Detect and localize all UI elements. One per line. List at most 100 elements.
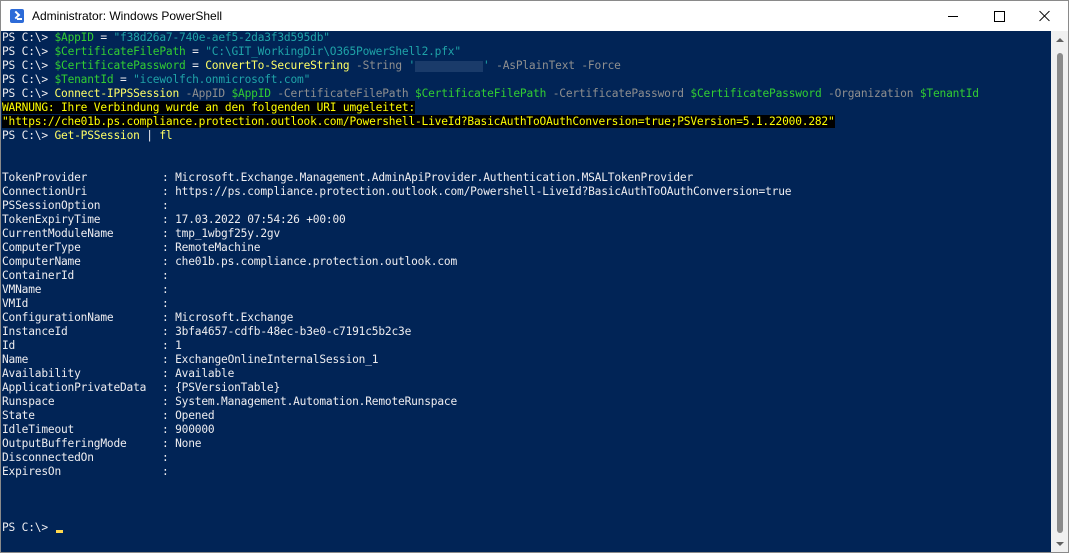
property-separator: : — [162, 423, 176, 436]
variable: $TenantId — [54, 73, 114, 86]
property-name: ConfigurationName — [2, 311, 114, 324]
property-value: tmp_1wbgf25y.2gv — [175, 227, 281, 240]
property-name: OutputBufferingMode — [2, 437, 127, 450]
variable: $AppID — [54, 31, 94, 44]
property-name: TokenExpiryTime — [2, 213, 101, 226]
property-value: Available — [175, 367, 235, 380]
property-separator: : — [162, 241, 176, 254]
property-separator: : — [162, 325, 176, 338]
property-name: VMId — [2, 297, 29, 310]
parameter: -Organization — [821, 87, 920, 100]
warning-uri: "https://che01b.ps.compliance.protection… — [2, 115, 835, 128]
variable: $CertificatePassword — [690, 87, 822, 100]
property-separator: : — [162, 199, 176, 212]
property-value: Opened — [175, 409, 215, 422]
window-controls — [930, 1, 1068, 31]
property-separator: : — [162, 297, 176, 310]
scroll-up-button[interactable] — [1051, 31, 1068, 48]
warning-line: WARNUNG: Ihre Verbindung wurde an den fo… — [2, 101, 1052, 115]
scrollbar-thumb[interactable] — [1057, 53, 1063, 533]
minimize-button[interactable] — [930, 1, 976, 31]
property-name: ExpiresOn — [2, 465, 61, 478]
maximize-button[interactable] — [976, 1, 1022, 31]
property-name: ConnectionUri — [2, 185, 88, 198]
string-value: "f38d26a7-740e-aef5-2da3f3d595db" — [113, 31, 330, 44]
property-row: ExpiresOn: — [2, 465, 1052, 479]
close-button[interactable] — [1022, 1, 1068, 31]
property-value: {PSVersionTable} — [175, 381, 281, 394]
command-line: PS C:\> $AppID = "f38d26a7-740e-aef5-2da… — [2, 31, 1052, 45]
console-output[interactable]: PS C:\> $AppID = "f38d26a7-740e-aef5-2da… — [1, 31, 1052, 552]
property-name: ComputerName — [2, 255, 81, 268]
warning-text: WARNUNG: Ihre Verbindung wurde an den fo… — [2, 101, 415, 114]
minimize-icon — [948, 15, 958, 17]
redacted-password — [415, 60, 484, 72]
property-name: Availability — [2, 367, 81, 380]
property-separator: : — [162, 227, 176, 240]
property-value: 3bfa4657-cdfb-48ec-b3e0-c7191c5b2c3e — [175, 325, 412, 338]
property-separator: : — [162, 409, 176, 422]
text-cursor — [56, 530, 64, 533]
property-value: None — [175, 437, 202, 450]
property-separator: : — [162, 311, 176, 324]
prompt: PS C:\> — [2, 45, 55, 58]
property-list: TokenProvider: Microsoft.Exchange.Manage… — [2, 171, 1052, 479]
pipe-operator: | — [139, 129, 160, 142]
property-row: Name: ExchangeOnlineInternalSession_1 — [2, 353, 1052, 367]
string-value: "icewolfch.onmicrosoft.com" — [133, 73, 311, 86]
maximize-icon — [993, 10, 1005, 22]
property-row: TokenProvider: Microsoft.Exchange.Manage… — [2, 171, 1052, 185]
property-value: Microsoft.Exchange.Management.AdminApiPr… — [175, 171, 694, 184]
property-row: ComputerType: RemoteMachine — [2, 241, 1052, 255]
property-row: Runspace: System.Management.Automation.R… — [2, 395, 1052, 409]
property-separator: : — [162, 465, 176, 478]
property-value: RemoteMachine — [175, 241, 261, 254]
prompt: PS C:\> — [2, 31, 55, 44]
property-row: ConfigurationName: Microsoft.Exchange — [2, 311, 1052, 325]
property-value: ExchangeOnlineInternalSession_1 — [175, 353, 379, 366]
variable: $CertificatePassword — [54, 59, 186, 72]
parameter: -AsPlainText -Force — [489, 59, 621, 72]
property-separator: : — [162, 353, 176, 366]
property-value: https://ps.compliance.protection.outlook… — [175, 185, 792, 198]
property-row: ApplicationPrivateData: {PSVersionTable} — [2, 381, 1052, 395]
command-line: PS C:\> Connect-IPPSSession -AppID $AppI… — [2, 87, 1052, 101]
property-separator: : — [162, 269, 176, 282]
arrow-down-icon — [1055, 541, 1064, 546]
property-row: VMName: — [2, 283, 1052, 297]
property-value: 17.03.2022 07:54:26 +00:00 — [175, 213, 346, 226]
property-row: TokenExpiryTime: 17.03.2022 07:54:26 +00… — [2, 213, 1052, 227]
property-name: InstanceId — [2, 325, 68, 338]
property-name: State — [2, 409, 35, 422]
property-name: Runspace — [2, 395, 55, 408]
cmdlet: fl — [159, 129, 173, 142]
prompt: PS C:\> — [2, 521, 55, 534]
property-row: PSSessionOption: — [2, 199, 1052, 213]
operator: = — [185, 45, 206, 58]
powershell-window: Administrator: Windows PowerShell PS C:\… — [0, 0, 1069, 553]
property-name: ContainerId — [2, 269, 75, 282]
property-row: Availability: Available — [2, 367, 1052, 381]
property-value: 900000 — [175, 423, 215, 436]
arrow-up-icon — [1055, 37, 1064, 42]
parameter: -CertificatePassword — [546, 87, 691, 100]
scroll-down-button[interactable] — [1051, 535, 1068, 552]
vertical-scrollbar[interactable] — [1051, 31, 1068, 552]
property-value: System.Management.Automation.RemoteRunsp… — [175, 395, 458, 408]
property-name: ApplicationPrivateData — [2, 381, 147, 394]
variable: $CertificateFilePath — [415, 87, 547, 100]
property-name: TokenProvider — [2, 171, 88, 184]
string-value: "C:\GIT_WorkingDir\O365PowerShell2.pfx" — [205, 45, 461, 58]
title-bar[interactable]: Administrator: Windows PowerShell — [1, 1, 1068, 31]
property-row: ContainerId: — [2, 269, 1052, 283]
property-name: Id — [2, 339, 16, 352]
property-separator: : — [162, 255, 176, 268]
window-title: Administrator: Windows PowerShell — [32, 9, 223, 23]
command-line[interactable]: PS C:\> — [2, 521, 1052, 535]
command-line: PS C:\> $TenantId = "icewolfch.onmicroso… — [2, 73, 1052, 87]
property-row: ComputerName: che01b.ps.compliance.prote… — [2, 255, 1052, 269]
